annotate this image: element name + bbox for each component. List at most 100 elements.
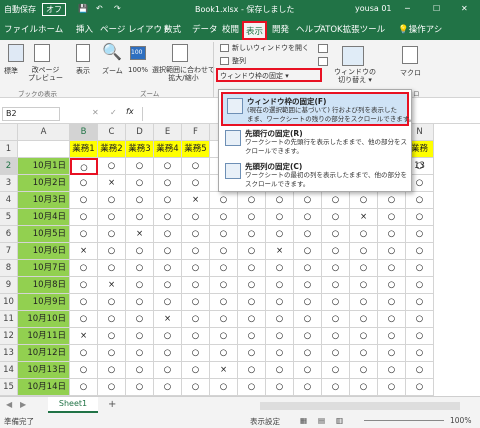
mark-cell[interactable]: ○ <box>238 311 266 328</box>
mark-cell[interactable]: ○ <box>210 260 238 277</box>
date-cell[interactable]: 10月5日 <box>18 226 70 243</box>
normal-view-icon[interactable] <box>8 44 24 62</box>
mark-cell[interactable]: ○ <box>98 294 126 311</box>
mark-cell[interactable]: ○ <box>294 277 322 294</box>
mark-cell[interactable]: ○ <box>210 243 238 260</box>
column-header[interactable]: C <box>98 124 126 141</box>
mark-cell[interactable]: ○ <box>70 192 98 209</box>
mark-cell[interactable]: ○ <box>294 226 322 243</box>
tab-page-layout[interactable]: ページ レイアウト <box>100 23 171 35</box>
mark-cell[interactable]: ○ <box>294 379 322 396</box>
column-header[interactable]: D <box>126 124 154 141</box>
mark-cell[interactable]: ○ <box>350 345 378 362</box>
scroll-left-icon[interactable]: ◀ <box>6 400 12 409</box>
date-cell[interactable]: 10月6日 <box>18 243 70 260</box>
mark-cell[interactable]: ○ <box>294 311 322 328</box>
mark-cell[interactable]: ○ <box>238 226 266 243</box>
mark-cell[interactable]: ○ <box>182 158 210 175</box>
mark-cell[interactable]: ○ <box>182 345 210 362</box>
zoom-slider[interactable] <box>364 420 444 421</box>
mark-cell[interactable]: ○ <box>322 226 350 243</box>
menu-item-freeze-first-column[interactable]: 先頭列の固定(C) ワークシートの最初の列を表示したままで、他の部分を スクロー… <box>221 159 409 192</box>
mark-cell[interactable]: ○ <box>238 277 266 294</box>
task-header-cell[interactable] <box>18 141 70 158</box>
column-header[interactable]: F <box>182 124 210 141</box>
zoom-100-label[interactable]: 100% <box>128 66 148 74</box>
mark-cell[interactable]: ○ <box>266 226 294 243</box>
mark-cell[interactable]: ○ <box>98 158 126 175</box>
add-sheet-button[interactable]: + <box>108 399 116 410</box>
mark-cell[interactable]: ○ <box>98 311 126 328</box>
mark-cell[interactable]: ○ <box>98 362 126 379</box>
close-button[interactable]: ✕ <box>461 4 468 13</box>
mark-cell[interactable]: × <box>98 277 126 294</box>
user-name[interactable]: yousa 01 <box>355 4 392 13</box>
switch-windows-label[interactable]: ウィンドウの 切り替え ▾ <box>334 68 376 84</box>
mark-cell[interactable]: ○ <box>378 362 406 379</box>
date-cell[interactable]: 10月2日 <box>18 175 70 192</box>
mark-cell[interactable]: ○ <box>322 362 350 379</box>
mark-cell[interactable]: ○ <box>322 243 350 260</box>
tab-developer[interactable]: 開発 <box>272 23 289 35</box>
mark-cell[interactable]: ○ <box>98 192 126 209</box>
page-break-preview-icon[interactable] <box>34 44 50 62</box>
zoom-selection-icon[interactable] <box>172 44 188 62</box>
mark-cell[interactable]: ○ <box>98 209 126 226</box>
mark-cell[interactable]: ○ <box>350 277 378 294</box>
tab-file[interactable]: ファイル <box>4 23 38 35</box>
display-settings-button[interactable]: 表示設定 <box>250 416 280 427</box>
mark-cell[interactable]: ○ <box>98 345 126 362</box>
tab-tell-me[interactable]: 💡操作アシ <box>398 23 442 35</box>
mark-cell[interactable]: ○ <box>210 209 238 226</box>
insert-function-icon[interactable]: fx <box>126 107 134 116</box>
mark-cell[interactable]: × <box>98 175 126 192</box>
mark-cell[interactable]: ○ <box>98 260 126 277</box>
mark-cell[interactable]: ○ <box>378 345 406 362</box>
mark-cell[interactable]: ○ <box>70 294 98 311</box>
mark-cell[interactable]: ○ <box>70 158 98 175</box>
row-header[interactable]: 15 <box>0 379 18 396</box>
mark-cell[interactable]: ○ <box>210 311 238 328</box>
date-cell[interactable]: 10月12日 <box>18 345 70 362</box>
mark-cell[interactable]: ○ <box>98 243 126 260</box>
cancel-icon[interactable]: ✕ <box>92 108 99 117</box>
name-box[interactable]: B2 <box>2 107 60 121</box>
mark-cell[interactable]: ○ <box>294 362 322 379</box>
mark-cell[interactable]: ○ <box>98 328 126 345</box>
mark-cell[interactable]: ○ <box>238 209 266 226</box>
task-header-cell[interactable]: 業務5 <box>182 141 210 158</box>
mark-cell[interactable]: ○ <box>294 209 322 226</box>
mark-cell[interactable]: ○ <box>378 328 406 345</box>
mark-cell[interactable]: ○ <box>406 294 434 311</box>
mark-cell[interactable]: ○ <box>294 328 322 345</box>
zoom-100-icon[interactable]: 100 <box>130 46 146 60</box>
mark-cell[interactable]: ○ <box>154 294 182 311</box>
mark-cell[interactable]: ○ <box>266 277 294 294</box>
mark-cell[interactable]: ○ <box>154 260 182 277</box>
mark-cell[interactable]: ○ <box>266 209 294 226</box>
mark-cell[interactable]: ○ <box>322 379 350 396</box>
date-cell[interactable]: 10月13日 <box>18 362 70 379</box>
mark-cell[interactable]: ○ <box>322 209 350 226</box>
row-header[interactable]: 13 <box>0 345 18 362</box>
select-all-corner[interactable] <box>0 124 18 141</box>
mark-cell[interactable]: ○ <box>182 362 210 379</box>
mark-cell[interactable]: ○ <box>154 175 182 192</box>
mark-cell[interactable]: ○ <box>378 243 406 260</box>
mark-cell[interactable]: × <box>210 362 238 379</box>
mark-cell[interactable]: ○ <box>70 209 98 226</box>
mark-cell[interactable]: ○ <box>406 209 434 226</box>
mark-cell[interactable]: ○ <box>350 294 378 311</box>
mark-cell[interactable]: ○ <box>322 311 350 328</box>
mark-cell[interactable]: ○ <box>238 192 266 209</box>
mark-cell[interactable]: ○ <box>154 192 182 209</box>
mark-cell[interactable]: ○ <box>154 379 182 396</box>
mark-cell[interactable]: ○ <box>126 243 154 260</box>
mark-cell[interactable]: ○ <box>182 328 210 345</box>
freeze-panes-button[interactable]: ウィンドウ枠の固定 ▾ <box>216 68 322 82</box>
mark-cell[interactable]: ○ <box>322 294 350 311</box>
show-icon[interactable] <box>76 44 90 62</box>
task-header-cell[interactable]: 業務2 <box>98 141 126 158</box>
mark-cell[interactable]: ○ <box>238 345 266 362</box>
mark-cell[interactable]: ○ <box>378 260 406 277</box>
